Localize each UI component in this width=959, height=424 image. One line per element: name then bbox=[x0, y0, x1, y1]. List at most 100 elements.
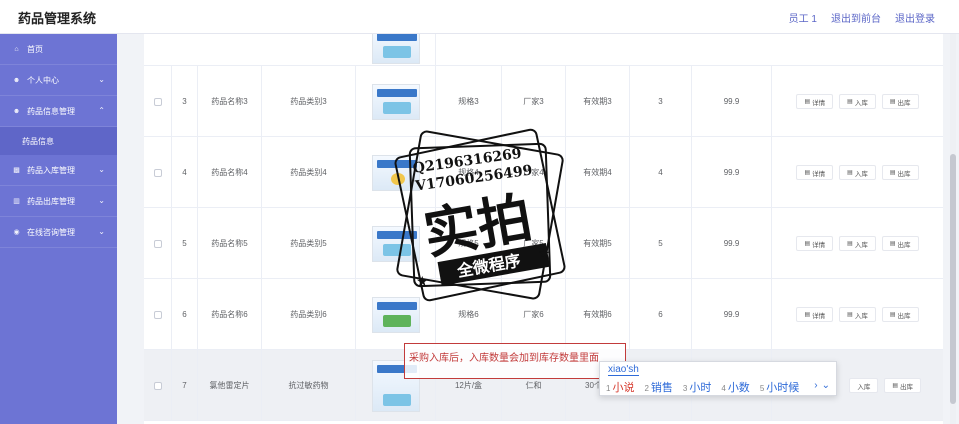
table-row bbox=[144, 34, 943, 66]
document-icon: ▤ bbox=[892, 383, 898, 389]
ime-candidate[interactable]: 4 小数 bbox=[721, 379, 749, 395]
document-icon: ▤ bbox=[804, 312, 811, 318]
annotation-textbox[interactable]: 采购入库后，入库数量会加到库存数量里面 bbox=[404, 343, 626, 379]
row-checkbox[interactable] bbox=[153, 310, 162, 319]
logout-link[interactable]: 退出登录 bbox=[895, 10, 935, 25]
drug-thumbnail bbox=[371, 225, 420, 262]
sidebar-item-label: 在线咨询管理 bbox=[27, 227, 75, 237]
drug-thumbnail bbox=[371, 34, 420, 64]
vertical-scrollbar[interactable] bbox=[950, 34, 956, 424]
app-title: 药品管理系统 bbox=[18, 11, 97, 26]
ime-candidate[interactable]: 3 小时 bbox=[683, 379, 711, 395]
cell-drug-name: 药品名称5 bbox=[198, 208, 262, 279]
stock-in-button[interactable]: ▤ 入库 bbox=[839, 165, 876, 180]
document-icon: ▤ bbox=[804, 99, 811, 105]
chevron-right-icon[interactable]: › bbox=[814, 380, 817, 391]
document-icon: ▤ bbox=[889, 312, 896, 318]
cell-price: 99.9 bbox=[692, 279, 772, 350]
drug-thumbnail bbox=[371, 296, 420, 333]
cell-spec: 规格4 bbox=[436, 137, 502, 208]
sidebar-item-consult-mgmt[interactable]: ◉ 在线咨询管理 ⌄ bbox=[0, 217, 117, 248]
detail-button[interactable]: ▤ 详情 bbox=[796, 94, 834, 109]
sidebar-item-label: 个人中心 bbox=[27, 75, 59, 85]
sidebar-item-profile[interactable]: ☻ 个人中心 ⌄ bbox=[0, 65, 117, 96]
row-checkbox[interactable] bbox=[153, 97, 162, 106]
document-icon: ▤ bbox=[889, 241, 896, 247]
stock-out-button[interactable]: ▤ 出库 bbox=[881, 236, 919, 251]
stock-in-button[interactable]: ▤ 入库 bbox=[839, 94, 876, 109]
cell-expiry: 有效期6 bbox=[566, 279, 630, 350]
row-checkbox[interactable] bbox=[153, 239, 162, 248]
stock-in-button[interactable]: 入库 bbox=[849, 378, 879, 393]
detail-button[interactable]: ▤ 详情 bbox=[796, 165, 834, 180]
cell-quantity: 3 bbox=[630, 66, 692, 137]
sidebar-item-stock-in-mgmt[interactable]: ▩ 药品入库管理 ⌄ bbox=[0, 155, 117, 186]
back-to-front-link[interactable]: 退出到前台 bbox=[831, 10, 881, 25]
cell-index: 4 bbox=[172, 137, 198, 208]
cell-maker: 厂家6 bbox=[502, 279, 566, 350]
sidebar-subitem-label: 药品信息 bbox=[22, 136, 54, 146]
stock-out-button[interactable]: ▤ 出库 bbox=[881, 94, 919, 109]
table-row: 6 药品名称6 药品类别6 规格6 厂家6 有效期6 6 99.9 ▤ 详情 ▤ 入… bbox=[144, 279, 943, 350]
cell-drug-name: 氯他雷定片 bbox=[198, 350, 262, 421]
cell-price: 99.9 bbox=[692, 137, 772, 208]
cell-drug-name: 药品名称4 bbox=[198, 137, 262, 208]
ime-candidate[interactable]: 2 销售 bbox=[644, 379, 672, 395]
document-icon: ▤ bbox=[889, 99, 896, 105]
detail-button[interactable]: ▤ 详情 bbox=[796, 307, 834, 322]
cell-spec: 规格5 bbox=[436, 208, 502, 279]
sidebar-item-home[interactable]: ⌂ 首页 bbox=[0, 34, 117, 65]
stock-out-button[interactable]: ▤ 出库 bbox=[881, 307, 919, 322]
cell-index: 5 bbox=[172, 208, 198, 279]
ime-candidate[interactable]: 5 小时候 bbox=[760, 379, 799, 395]
stock-out-button[interactable]: ▤ 出库 bbox=[884, 378, 921, 393]
chevron-up-icon: ⌃ bbox=[98, 106, 105, 115]
stock-in-button[interactable]: ▤ 入库 bbox=[839, 236, 876, 251]
row-checkbox[interactable] bbox=[153, 168, 162, 177]
comment-icon: ▩ bbox=[13, 167, 20, 174]
document-icon: ▤ bbox=[847, 312, 853, 318]
user-icon: ☻ bbox=[12, 76, 21, 84]
current-user-link[interactable]: 员工 1 bbox=[789, 10, 817, 25]
cell-price: 99.9 bbox=[692, 66, 772, 137]
annotation-text: 采购入库后，入库数量会加到库存数量里面 bbox=[409, 353, 599, 364]
sidebar-item-drug-info-mgmt[interactable]: ☻ 药品信息管理 ⌃ bbox=[0, 96, 117, 127]
document-icon: ▤ bbox=[847, 241, 853, 247]
user-icon: ☻ bbox=[12, 107, 21, 115]
cell-expiry: 有效期4 bbox=[566, 137, 630, 208]
sidebar-item-label: 首页 bbox=[27, 44, 43, 54]
chevron-down-icon[interactable]: ⌄ bbox=[822, 380, 830, 391]
document-icon: ▤ bbox=[847, 99, 853, 105]
sidebar-item-stock-out-mgmt[interactable]: ▥ 药品出库管理 ⌄ bbox=[0, 186, 117, 217]
ime-candidate[interactable]: 1 小说 bbox=[606, 379, 634, 395]
stock-in-button[interactable]: ▤ 入库 bbox=[839, 307, 876, 322]
row-checkbox[interactable] bbox=[153, 381, 162, 390]
document-icon: ▤ bbox=[804, 170, 811, 176]
document-icon: ▤ bbox=[804, 241, 811, 247]
scrollbar-thumb[interactable] bbox=[950, 154, 956, 404]
cell-spec: 规格6 bbox=[436, 279, 502, 350]
sidebar-item-label: 药品入库管理 bbox=[27, 165, 75, 175]
table-row: 5 药品名称5 药品类别5 规格5 厂家5 有效期5 5 99.9 ▤ 详情 ▤ 入… bbox=[144, 208, 943, 279]
cell-maker: 厂家5 bbox=[502, 208, 566, 279]
cell-category: 药品类别4 bbox=[262, 137, 356, 208]
sidebar-subitem-drug-info[interactable]: 药品信息 bbox=[0, 127, 117, 155]
stock-out-button[interactable]: ▤ 出库 bbox=[881, 165, 919, 180]
cell-index: 6 bbox=[172, 279, 198, 350]
detail-button[interactable]: ▤ 详情 bbox=[796, 236, 834, 251]
sidebar: ⌂ 首页 ☻ 个人中心 ⌄ ☻ 药品信息管理 ⌃ 药品信息 ▩ 药品入库管理 ⌄… bbox=[0, 34, 117, 424]
drug-thumbnail bbox=[371, 154, 420, 191]
chevron-down-icon: ⌄ bbox=[98, 227, 105, 236]
cell-price: 99.9 bbox=[692, 208, 772, 279]
document-icon: ▤ bbox=[889, 170, 896, 176]
cell-drug-name: 药品名称6 bbox=[198, 279, 262, 350]
header-nav: 员工 1 退出到前台 退出登录 bbox=[789, 10, 935, 25]
cell-expiry: 有效期3 bbox=[566, 66, 630, 137]
cell-drug-name: 药品名称3 bbox=[198, 66, 262, 137]
ime-composition-text: xiao'sh bbox=[608, 364, 639, 376]
sidebar-item-label: 药品信息管理 bbox=[27, 106, 75, 116]
table-row: 3 药品名称3 药品类别3 规格3 厂家3 有效期3 3 99.9 ▤ 详情 ▤ 入… bbox=[144, 66, 943, 137]
cell-quantity: 6 bbox=[630, 279, 692, 350]
pin-icon: ◉ bbox=[13, 229, 20, 236]
ime-candidate-window: xiao'sh 1 小说 2 销售 3 小时 4 小数 5 小时候 › ⌄ bbox=[599, 361, 837, 396]
